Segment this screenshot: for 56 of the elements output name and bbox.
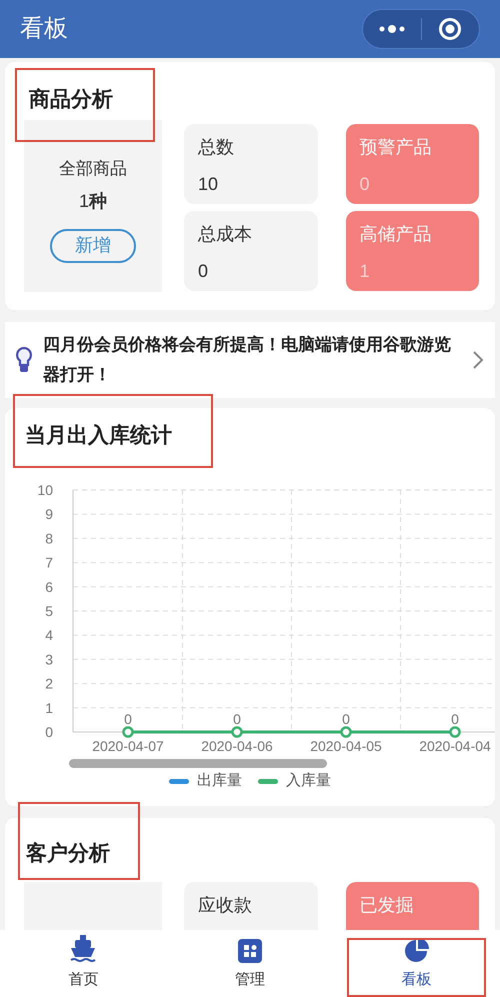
y-tick-label: 8 — [45, 530, 53, 546]
y-tick-label: 1 — [45, 700, 53, 716]
y-tick-label: 2 — [45, 676, 53, 692]
tab-label: 管理 — [235, 970, 265, 990]
notice-text: 四月份会员价格将会有所提高！电脑端请使用谷歌游览器打开！ — [43, 334, 452, 386]
y-tick-label: 3 — [45, 651, 53, 668]
x-tick-label: 2020-04-05 — [310, 738, 382, 754]
data-point — [340, 726, 352, 738]
tab-item[interactable]: 首页 — [0, 930, 167, 997]
data-point — [231, 726, 243, 738]
legend-label: 入库量 — [286, 771, 331, 791]
y-tick-label: 5 — [45, 603, 53, 619]
section-title: 商品分析 — [17, 70, 153, 140]
stat-label: 总成本 — [198, 223, 253, 246]
stat-value: 0 — [198, 260, 210, 283]
stat-value: 10 — [198, 173, 220, 196]
stat-value: 0 — [360, 173, 371, 196]
stat-label: 预警产品 — [360, 136, 432, 159]
notice-banner[interactable]: 四月份会员价格将会有所提高！电脑端请使用谷歌游览器打开！ — [5, 322, 495, 398]
legend-label: 出库量 — [197, 771, 242, 791]
y-tick-label: 0 — [45, 724, 53, 740]
target-icon — [438, 17, 462, 41]
y-tick-label: 6 — [45, 578, 53, 595]
page-title: 看板 — [20, 14, 68, 44]
scrollbar-thumb[interactable] — [69, 759, 327, 768]
tab-label: 首页 — [68, 970, 98, 990]
y-tick-label: 7 — [45, 554, 53, 571]
stat-label: 应收款 — [198, 894, 253, 917]
more-icon — [378, 25, 405, 33]
ship-icon — [70, 934, 96, 962]
tab-item[interactable]: 看板 — [333, 930, 500, 997]
summary-label: 全部商品 — [59, 158, 127, 180]
stat-value: 1 — [360, 260, 371, 283]
summary-count: 1种 — [78, 190, 107, 212]
y-tick-label: 4 — [45, 627, 53, 644]
y-tick-label: 9 — [45, 506, 53, 522]
tab-item[interactable]: 管理 — [166, 930, 334, 997]
x-tick-label: 2020-04-04 — [419, 738, 491, 754]
x-tick-label: 2020-04-06 — [201, 738, 273, 754]
data-label: 0 — [233, 711, 241, 727]
section-title: 客户分析 — [20, 804, 138, 878]
data-point — [122, 726, 134, 738]
data-label: 0 — [342, 711, 350, 727]
lightbulb-icon — [15, 346, 33, 374]
section-title: 当月出入库统计 — [15, 396, 211, 466]
grid-icon — [238, 938, 262, 962]
stat-label: 已发掘 — [360, 894, 414, 917]
data-label: 0 — [451, 711, 459, 727]
data-label: 0 — [124, 711, 132, 727]
stat-label: 总数 — [198, 136, 235, 159]
data-point — [449, 726, 461, 738]
x-tick-label: 2020-04-07 — [92, 738, 164, 754]
y-tick-label: 10 — [37, 482, 53, 498]
chevron-right-icon — [473, 351, 483, 369]
tab-label: 看板 — [402, 970, 432, 990]
stat-label: 高储产品 — [360, 223, 432, 246]
